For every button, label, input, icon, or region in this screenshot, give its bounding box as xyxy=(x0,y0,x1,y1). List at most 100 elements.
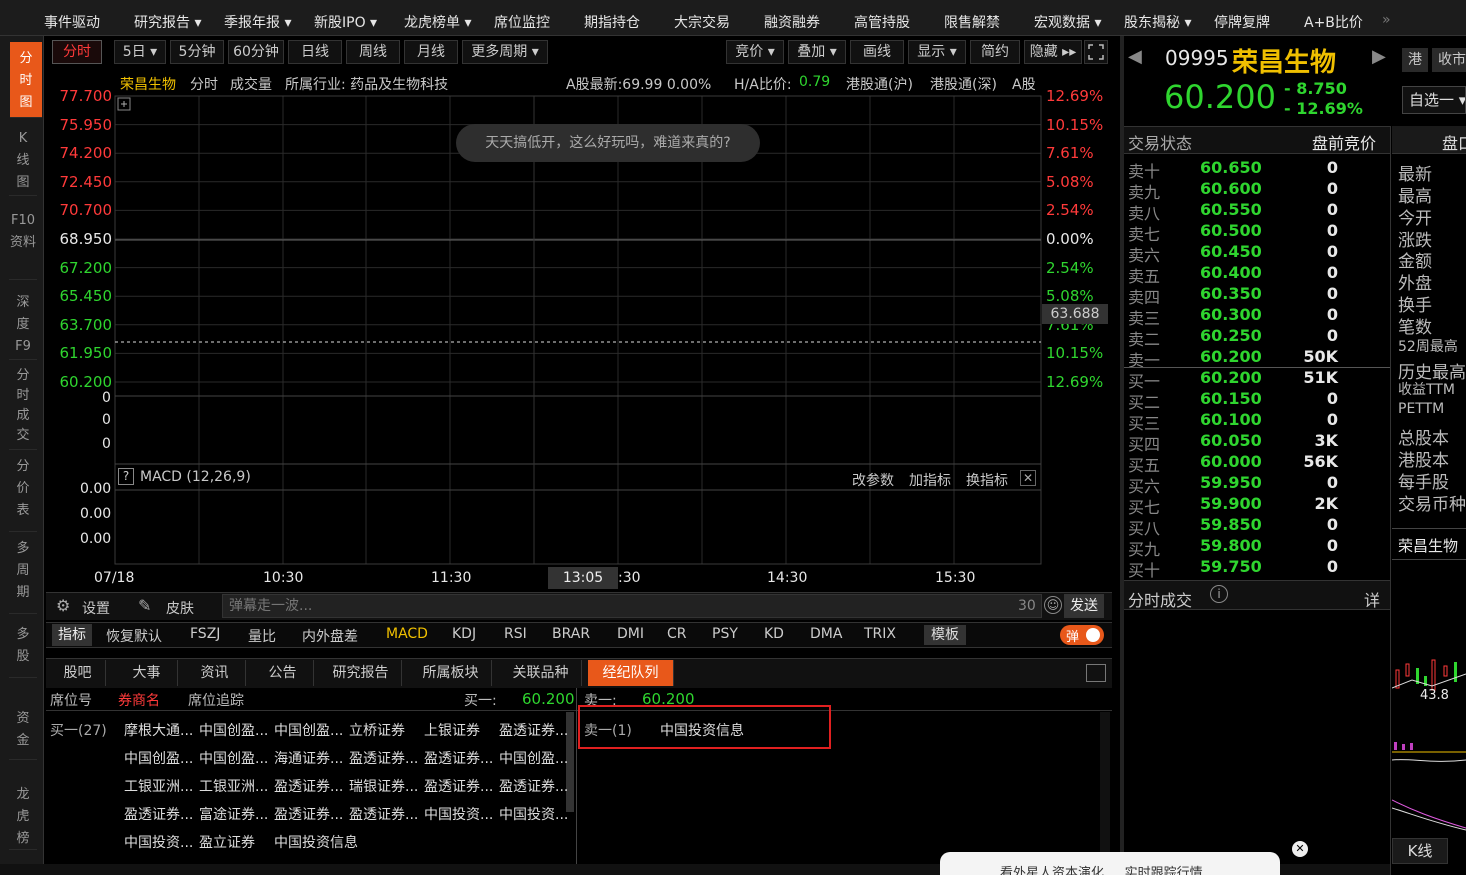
buy-broker[interactable]: 富途证券... xyxy=(199,804,268,824)
emoji-icon[interactable]: ☺ xyxy=(1044,596,1062,614)
y-left-tick: 70.700 xyxy=(59,201,113,220)
ind-kdj[interactable]: KDJ xyxy=(452,626,476,642)
y-left-tick: 65.450 xyxy=(59,287,113,306)
watchlist-dropdown[interactable]: 自选一 ▾ xyxy=(1402,86,1466,114)
buy-broker[interactable]: 工银亚洲... xyxy=(124,776,193,796)
indicator-label[interactable]: 指标 xyxy=(52,624,92,646)
detail-button[interactable]: 详 xyxy=(1364,587,1380,611)
tab-announcements[interactable]: 公告 xyxy=(252,660,314,686)
buy-broker[interactable]: 中国创盈... xyxy=(199,720,268,740)
nav-multi-stock[interactable]: 多股 xyxy=(9,624,37,678)
send-button[interactable]: 发送 xyxy=(1064,594,1104,618)
macd-add-button[interactable]: 加指标 xyxy=(909,470,951,490)
buy-broker[interactable]: 盈透证券... xyxy=(349,748,418,768)
nav-dragon[interactable]: 龙虎榜 xyxy=(9,784,37,850)
ind-psy[interactable]: PSY xyxy=(712,626,738,642)
buy-broker[interactable]: 摩根大通... xyxy=(124,720,193,740)
buy-broker[interactable]: 中国创盈... xyxy=(499,748,568,768)
settings-icon[interactable]: ⚙ xyxy=(56,596,70,615)
panel-toggle-icon[interactable] xyxy=(1086,664,1106,682)
danmu-toggle[interactable]: 弹 xyxy=(1060,625,1104,645)
ind-volume-ratio[interactable]: 量比 xyxy=(248,626,276,646)
ind-in-out[interactable]: 内外盘差 xyxy=(302,626,358,646)
buy-level-volume: 0 xyxy=(1326,473,1338,492)
buy-broker[interactable]: 盈透证券... xyxy=(349,804,418,824)
ind-fszj[interactable]: FSZJ xyxy=(190,626,220,642)
buy-broker[interactable]: 上银证券 xyxy=(424,720,480,740)
settings-button[interactable]: 设置 xyxy=(82,598,110,618)
buy-broker[interactable]: 中国投资... xyxy=(124,832,193,852)
tab-news[interactable]: 资讯 xyxy=(184,660,246,686)
y-right-tick: 5.08% xyxy=(1046,287,1094,306)
prev-stock-icon[interactable]: ◀ xyxy=(1128,46,1142,67)
ind-rsi[interactable]: RSI xyxy=(504,626,527,642)
buy-broker[interactable]: 中国投资... xyxy=(499,804,568,824)
buy-broker[interactable]: 中国创盈... xyxy=(199,748,268,768)
ind-kd[interactable]: KD xyxy=(764,626,784,642)
buy-level-volume: 56K xyxy=(1303,452,1338,471)
buy-level-price: 59.750 xyxy=(1200,557,1262,576)
footer-ad[interactable]: 看外星人资本演化 ... 实时跟踪行情 xyxy=(940,852,1280,875)
ind-cr[interactable]: CR xyxy=(667,626,687,642)
buy-broker[interactable]: 立桥证券 xyxy=(349,720,405,740)
y-left-tick: 74.200 xyxy=(59,144,113,163)
macd-close-icon[interactable]: ✕ xyxy=(1020,470,1036,486)
tab-research[interactable]: 研究报告 xyxy=(320,660,402,686)
ind-macd[interactable]: MACD xyxy=(386,626,428,642)
ad-close-icon[interactable]: ✕ xyxy=(1292,841,1308,857)
macd-params-button[interactable]: 改参数 xyxy=(852,470,894,490)
buy-broker[interactable]: 盈立证券 xyxy=(199,832,255,852)
tab-forum[interactable]: 股吧 xyxy=(50,660,106,686)
menu-more-icon[interactable]: » xyxy=(1382,12,1391,28)
buy-broker[interactable]: 盈透证券... xyxy=(499,776,568,796)
template-button[interactable]: 模板 xyxy=(924,625,966,645)
nav-funds[interactable]: 资金 xyxy=(9,708,37,760)
y-left-tick: 68.950 xyxy=(59,230,113,248)
tab-sector[interactable]: 所属板块 xyxy=(410,660,492,686)
buy-broker[interactable]: 盈透证券... xyxy=(424,776,493,796)
x-tick-2: 11:30 xyxy=(431,570,472,586)
danmu-input[interactable] xyxy=(222,594,1042,618)
col-track[interactable]: 席位追踪 xyxy=(188,690,244,710)
buy-broker[interactable]: 中国投资信息 xyxy=(274,832,358,852)
buy-broker[interactable]: 中国投资... xyxy=(424,804,493,824)
tab-broker-queue[interactable]: 经纪队列 xyxy=(588,660,674,686)
buy-broker[interactable]: 盈透证券... xyxy=(424,748,493,768)
sell-level-price: 60.500 xyxy=(1200,221,1262,240)
tab-related[interactable]: 关联品种 xyxy=(500,660,582,686)
macd-switch-button[interactable]: 换指标 xyxy=(966,470,1008,490)
sell-scrollbar[interactable] xyxy=(1100,712,1110,862)
ind-trix[interactable]: TRIX xyxy=(864,626,896,642)
skin-button[interactable]: 皮肤 xyxy=(166,598,194,618)
menu-ab-ratio[interactable]: A+B比价 xyxy=(1304,12,1363,32)
skin-icon[interactable]: ✎ xyxy=(138,596,151,615)
menu-shareholders[interactable]: 股东揭秘 ▾ xyxy=(1124,12,1191,32)
buy-broker[interactable]: 盈透证券... xyxy=(274,776,343,796)
last-price: 60.200 xyxy=(1164,78,1276,116)
buy-broker[interactable]: 中国创盈... xyxy=(274,720,343,740)
buy-broker[interactable]: 海通证券... xyxy=(274,748,343,768)
buy-broker[interactable]: 盈透证券... xyxy=(274,804,343,824)
info-icon[interactable]: i xyxy=(1210,585,1228,603)
ind-brar[interactable]: BRAR xyxy=(552,626,590,642)
sell-level-price: 60.350 xyxy=(1200,284,1262,303)
next-stock-icon[interactable]: ▶ xyxy=(1372,46,1386,67)
buy-broker[interactable]: 盈透证券... xyxy=(124,804,193,824)
buy-broker[interactable]: 工银亚洲... xyxy=(199,776,268,796)
col-broker[interactable]: 券商名 xyxy=(118,690,160,710)
tab-events[interactable]: 大事 xyxy=(116,660,178,686)
sell-level-volume: 50K xyxy=(1303,347,1338,366)
kline-button[interactable]: K线 xyxy=(1392,838,1448,864)
menu-suspension[interactable]: 停牌复牌 xyxy=(1214,12,1270,32)
macd-help-button[interactable]: ? xyxy=(118,468,134,485)
buy-broker[interactable]: 盈透证券... xyxy=(499,720,568,740)
ind-reset[interactable]: 恢复默认 xyxy=(106,626,162,646)
vol-axis-2: 0 xyxy=(102,436,111,452)
vol-axis-0: 0 xyxy=(102,390,111,406)
macd-axis-1: 0.00 xyxy=(80,506,112,522)
buy-broker[interactable]: 中国创盈... xyxy=(124,748,193,768)
ind-dma[interactable]: DMA xyxy=(810,626,842,642)
buy-level-label: 买十 xyxy=(1128,561,1161,580)
ind-dmi[interactable]: DMI xyxy=(617,626,644,642)
buy-broker[interactable]: 瑞银证券... xyxy=(349,776,418,796)
